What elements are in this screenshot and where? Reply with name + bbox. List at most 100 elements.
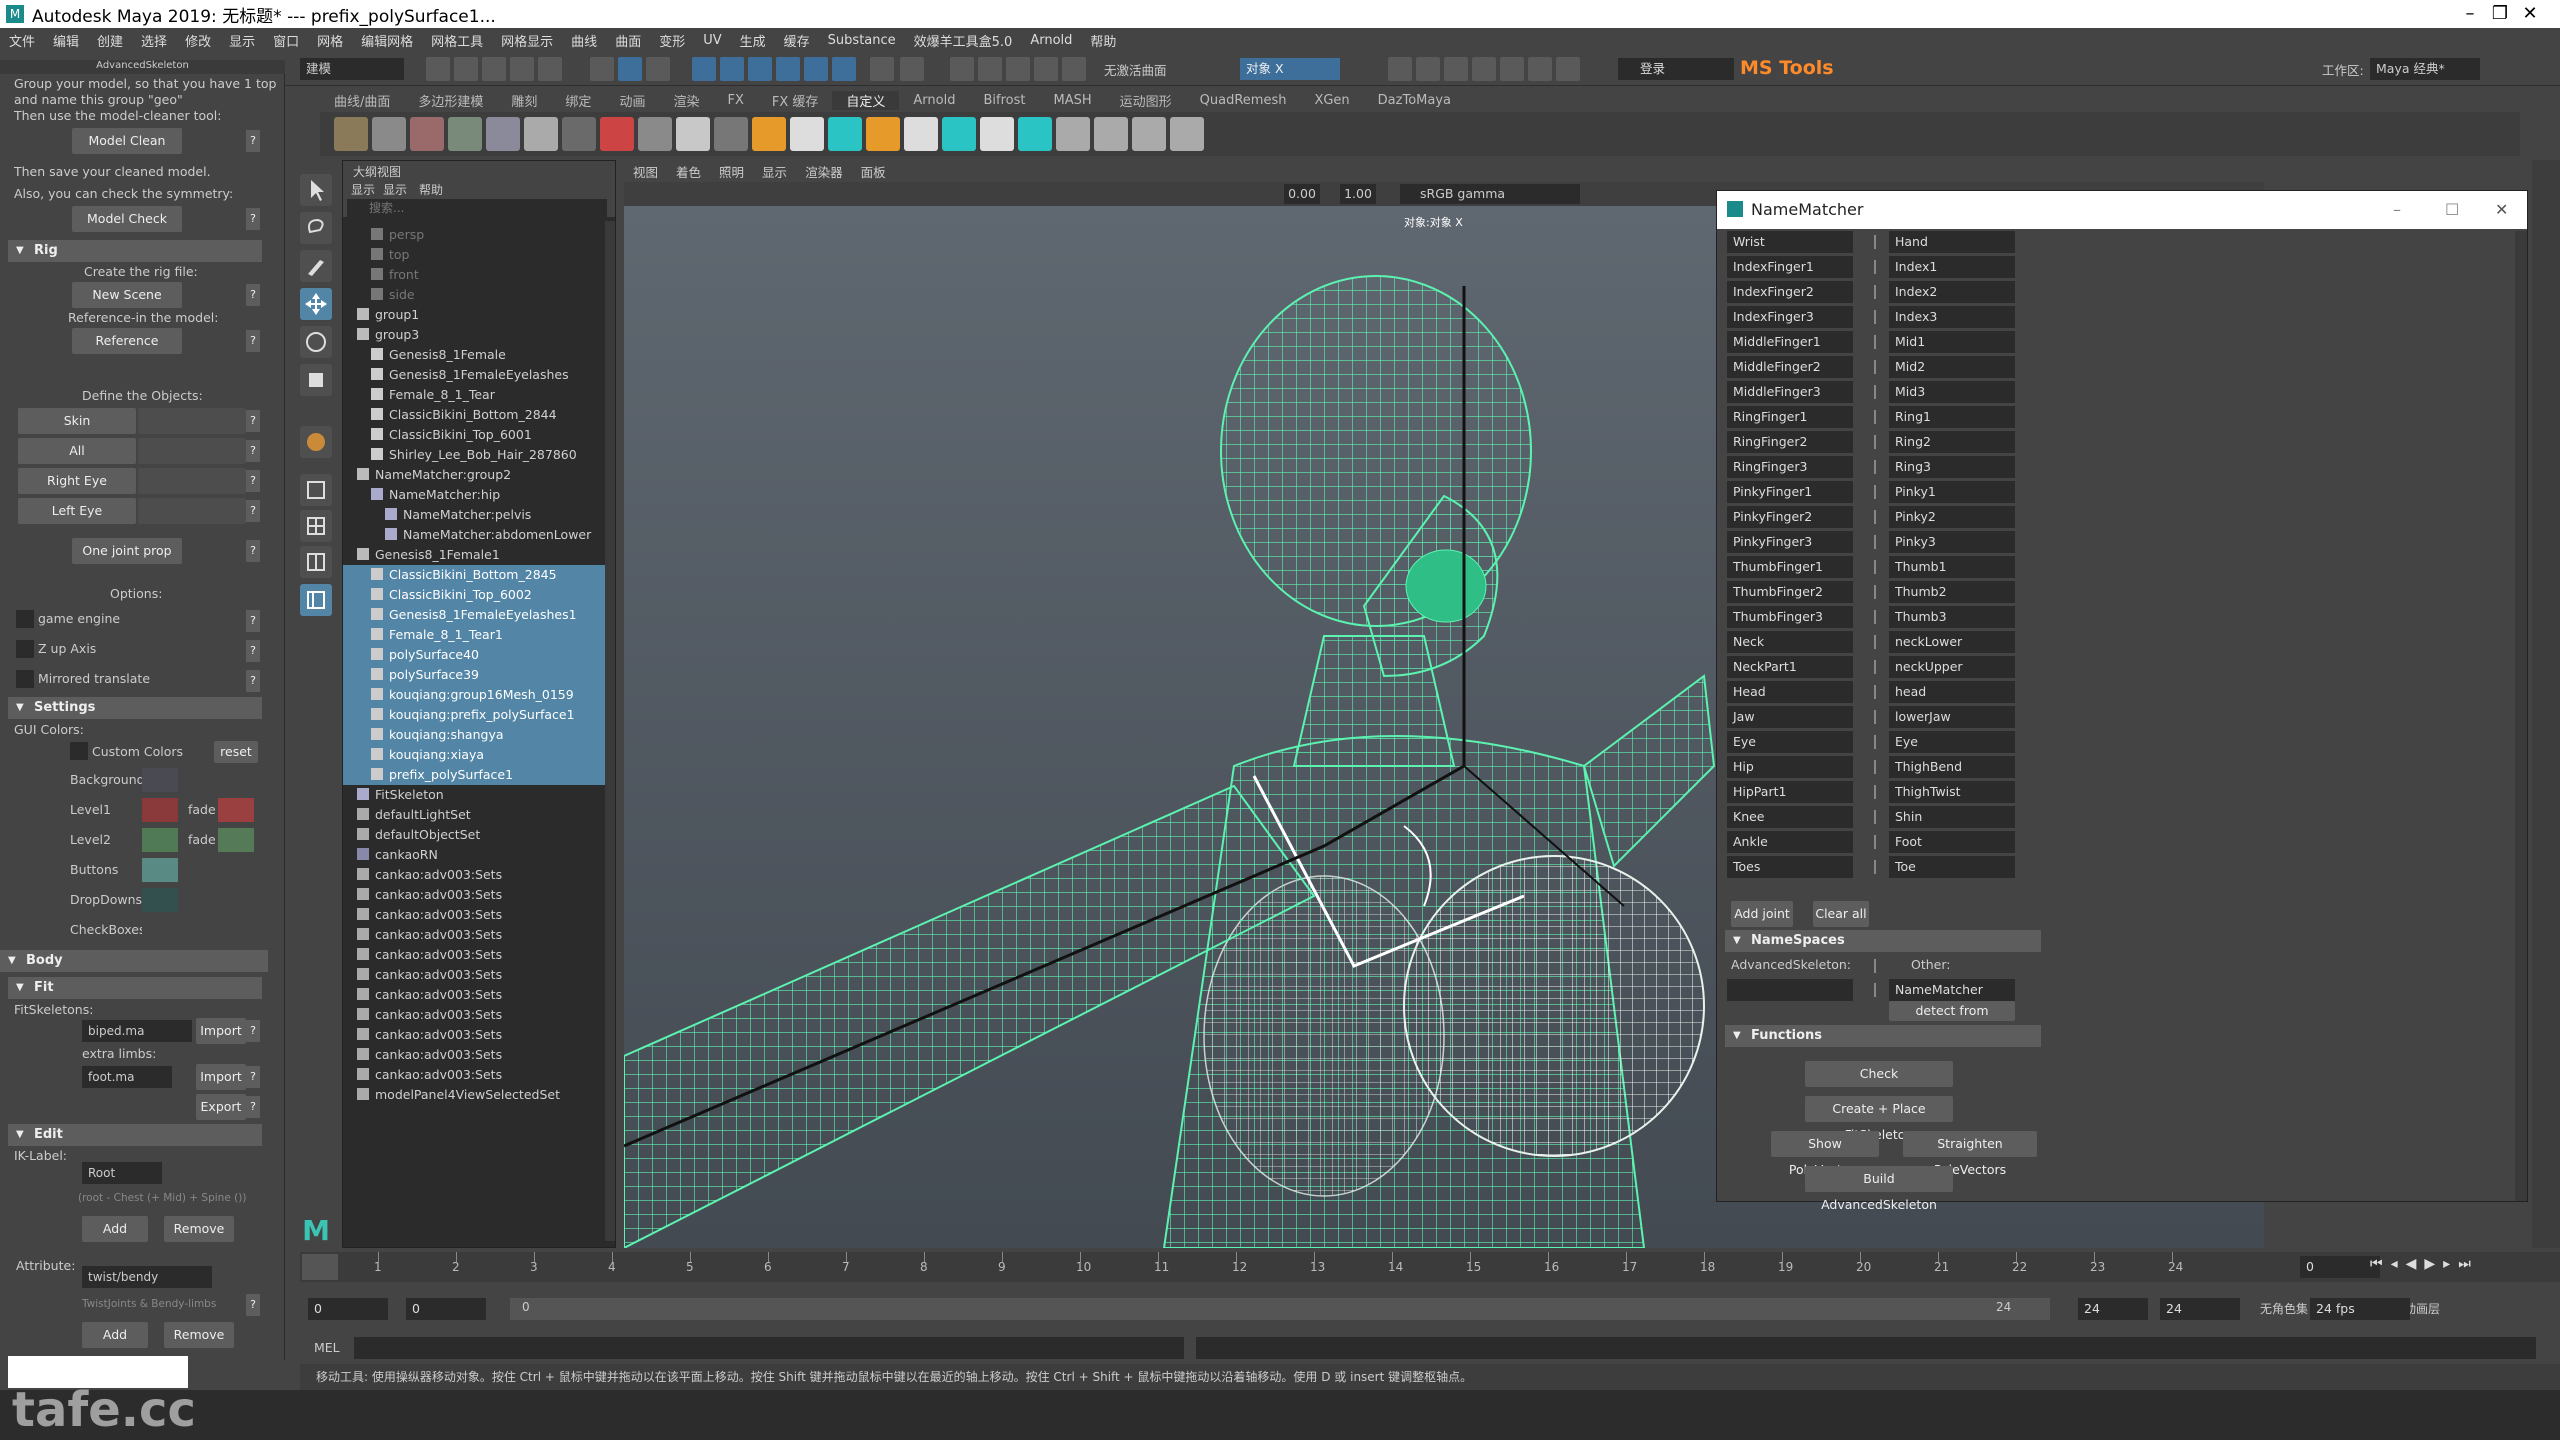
advskel-joint-field[interactable]: MiddleFinger1 — [1727, 331, 1853, 353]
level1-swatch[interactable] — [142, 798, 178, 822]
arnold-render-icon[interactable] — [1472, 57, 1496, 81]
shelf-tool-icon[interactable] — [828, 117, 862, 151]
viewport-menu-item[interactable]: 渲染器 — [796, 162, 852, 181]
lock-icon[interactable] — [870, 57, 894, 81]
outliner-menu-display[interactable]: 显示 — [383, 181, 407, 198]
advskel-joint-field[interactable]: ThumbFinger2 — [1727, 581, 1853, 603]
shelf-tab[interactable]: MASH — [1039, 93, 1105, 108]
shelf-tool-icon[interactable] — [562, 117, 596, 151]
build-advancedskeleton-button[interactable]: Build AdvancedSkeleton — [1805, 1166, 1953, 1212]
shelf-tool-icon[interactable] — [1132, 117, 1166, 151]
menu-item[interactable]: 变形 — [650, 31, 694, 50]
mirrored-translate-checkbox[interactable] — [16, 670, 34, 688]
render-frame-icon[interactable] — [978, 57, 1002, 81]
object-field[interactable]: 对象 X — [1240, 58, 1340, 80]
snap-curve-icon[interactable] — [720, 57, 744, 81]
outliner-item[interactable]: kouqiang:xiaya — [343, 745, 605, 765]
nm-minimize-button[interactable]: – — [2393, 191, 2401, 229]
menu-item[interactable]: 曲面 — [606, 31, 650, 50]
left-eye-button[interactable]: Left Eye — [18, 498, 136, 524]
advskel-joint-field[interactable]: Eye — [1727, 731, 1853, 753]
open-scene-icon[interactable] — [454, 57, 478, 81]
menu-item[interactable]: 帮助 — [1081, 31, 1125, 50]
other-joint-field[interactable]: Thumb2 — [1889, 581, 2015, 603]
other-joint-field[interactable]: head — [1889, 681, 2015, 703]
menu-item[interactable]: 效爆羊工具盒5.0 — [905, 31, 1022, 50]
advskel-joint-field[interactable]: Knee — [1727, 806, 1853, 828]
advskel-joint-field[interactable]: PinkyFinger1 — [1727, 481, 1853, 503]
shelf-tool-icon[interactable] — [372, 117, 406, 151]
outliner-item[interactable]: modelPanel4ViewSelectedSet — [343, 1085, 605, 1105]
close-button[interactable]: ✕ — [2500, 0, 2560, 28]
select-hierarchy-icon[interactable] — [590, 57, 614, 81]
outliner-layout-icon[interactable] — [300, 584, 332, 616]
other-joint-field[interactable]: Ring1 — [1889, 406, 2015, 428]
shelf-tool-icon[interactable] — [1056, 117, 1090, 151]
game-engine-checkbox[interactable] — [16, 610, 34, 628]
outliner-item[interactable]: cankao:adv003:Sets — [343, 1005, 605, 1025]
outliner-item[interactable]: cankao:adv003:Sets — [343, 865, 605, 885]
advskel-joint-field[interactable]: ThumbFinger3 — [1727, 606, 1853, 628]
snap-surface-icon[interactable] — [804, 57, 828, 81]
advskel-joint-field[interactable]: MiddleFinger3 — [1727, 381, 1853, 403]
playback-start-field[interactable]: 0 — [406, 1298, 486, 1320]
other-joint-field[interactable]: neckLower — [1889, 631, 2015, 653]
body-header[interactable]: Body — [0, 950, 268, 972]
input-ops-icon[interactable] — [900, 57, 924, 81]
shelf-tool-icon[interactable] — [980, 117, 1014, 151]
outliner-item[interactable]: prefix_polySurface1 — [343, 765, 605, 785]
help-button[interactable]: ? — [246, 1096, 260, 1118]
single-view-icon[interactable] — [300, 474, 332, 506]
outliner-menu-show[interactable]: 显示 — [351, 181, 375, 198]
new-scene-button[interactable]: New Scene — [72, 282, 182, 308]
functions-header[interactable]: Functions — [1725, 1025, 2041, 1047]
help-button[interactable]: ? — [246, 284, 260, 306]
rig-header[interactable]: Rig — [8, 240, 262, 262]
shelf-tab[interactable]: 雕刻 — [497, 91, 551, 110]
remove-attribute-button[interactable]: Remove — [164, 1322, 234, 1348]
construction-history-icon[interactable] — [950, 57, 974, 81]
outliner-item[interactable]: defaultLightSet — [343, 805, 605, 825]
export-button[interactable]: Export — [196, 1094, 246, 1120]
namespaces-header[interactable]: NameSpaces — [1725, 930, 2041, 952]
outliner-item[interactable]: front — [343, 265, 605, 285]
advskel-joint-field[interactable]: Ankle — [1727, 831, 1853, 853]
outliner-item[interactable]: cankao:adv003:Sets — [343, 1045, 605, 1065]
help-button[interactable]: ? — [246, 500, 260, 522]
one-joint-prop-button[interactable]: One joint prop — [72, 538, 182, 564]
outliner-item[interactable]: ClassicBikini_Top_6002 — [343, 585, 605, 605]
workspace-dropdown[interactable]: Maya 经典* — [2370, 58, 2480, 80]
remove-ik-label-button[interactable]: Remove — [164, 1216, 234, 1242]
advskel-joint-field[interactable]: IndexFinger2 — [1727, 281, 1853, 303]
mstools-logo[interactable]: MS Tools — [1740, 57, 1834, 79]
lasso-tool-icon[interactable] — [300, 212, 332, 244]
add-ik-label-button[interactable]: Add — [82, 1216, 148, 1242]
side-by-side-icon[interactable] — [300, 546, 332, 578]
render-current-icon[interactable] — [1416, 57, 1440, 81]
help-button[interactable]: ? — [246, 208, 260, 230]
four-view-icon[interactable] — [300, 510, 332, 542]
help-button[interactable]: ? — [246, 330, 260, 352]
advskel-joint-field[interactable]: Wrist — [1727, 231, 1853, 253]
outliner-item[interactable]: cankao:adv003:Sets — [343, 945, 605, 965]
help-button[interactable]: ? — [246, 440, 260, 462]
advskel-joint-field[interactable]: Hip — [1727, 756, 1853, 778]
outliner-item[interactable]: Shirley_Lee_Bob_Hair_287860 — [343, 445, 605, 465]
skin-field[interactable] — [138, 408, 246, 434]
advskel-joint-field[interactable]: MiddleFinger2 — [1727, 356, 1853, 378]
shelf-tab[interactable]: XGen — [1300, 93, 1363, 108]
fps-dropdown[interactable]: 24 fps — [2310, 1298, 2410, 1320]
outliner-item[interactable]: NameMatcher:abdomenLower — [343, 525, 605, 545]
menu-item[interactable]: 网格工具 — [422, 31, 492, 50]
outliner-item[interactable]: cankao:adv003:Sets — [343, 985, 605, 1005]
anim-end-field[interactable]: 24 — [2160, 1298, 2240, 1320]
other-joint-field[interactable]: Ring3 — [1889, 456, 2015, 478]
outliner-item[interactable]: Female_8_1_Tear1 — [343, 625, 605, 645]
outliner-item[interactable]: NameMatcher:group2 — [343, 465, 605, 485]
help-button[interactable]: ? — [246, 470, 260, 492]
other-joint-field[interactable]: Toe — [1889, 856, 2015, 878]
help-button[interactable]: ? — [246, 1066, 260, 1088]
left-eye-field[interactable] — [138, 498, 246, 524]
other-joint-field[interactable]: Index1 — [1889, 256, 2015, 278]
outliner-item[interactable]: cankao:adv003:Sets — [343, 925, 605, 945]
